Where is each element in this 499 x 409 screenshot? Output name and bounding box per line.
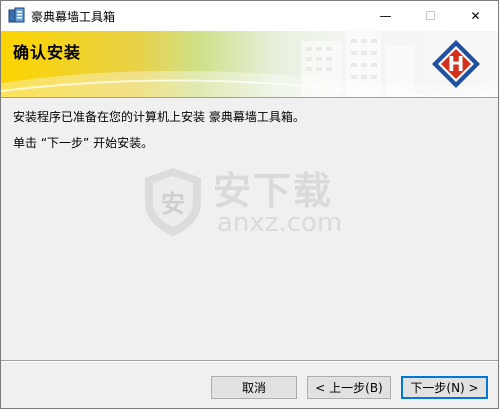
logo-letter: H (448, 52, 465, 76)
watermark-title: 安下载 (213, 169, 334, 213)
next-button[interactable]: 下一步(N) > (401, 376, 488, 399)
cancel-button[interactable]: 取消 (211, 376, 297, 399)
banner-title: 确认安装 (13, 43, 82, 62)
installer-app-icon (8, 7, 25, 23)
title-bar[interactable]: 豪典幕墙工具箱 — ☐ ✕ (1, 1, 498, 31)
installer-window: 豪典幕墙工具箱 — ☐ ✕ 确认安装 H 安装程序已准备在您的计算机上安装 豪典… (0, 0, 499, 409)
watermark-url: anxz.com (217, 208, 343, 238)
back-button[interactable]: < 上一步(B) (307, 376, 391, 399)
click-next-text: 单击 “下一步” 开始安装。 (13, 136, 154, 150)
header-banner: 确认安装 H (1, 31, 498, 97)
shield-char: 安 (161, 190, 185, 218)
shield-icon: 安 (145, 168, 201, 236)
minimize-button[interactable]: — (363, 1, 408, 31)
company-logo-icon: H (432, 40, 480, 88)
close-button[interactable]: ✕ (453, 1, 498, 31)
window-title: 豪典幕墙工具箱 (31, 10, 116, 24)
install-ready-text: 安装程序已准备在您的计算机上安装 豪典幕墙工具箱。 (13, 110, 305, 124)
close-icon: ✕ (470, 9, 481, 23)
minimize-icon: — (379, 9, 392, 23)
maximize-button[interactable]: ☐ (408, 1, 453, 31)
content-area: 安装程序已准备在您的计算机上安装 豪典幕墙工具箱。 单击 “下一步” 开始安装。… (1, 98, 498, 360)
watermark: 安 安下载 anxz.com (141, 158, 371, 248)
footer-divider-highlight (1, 361, 498, 362)
maximize-icon: ☐ (425, 9, 436, 23)
